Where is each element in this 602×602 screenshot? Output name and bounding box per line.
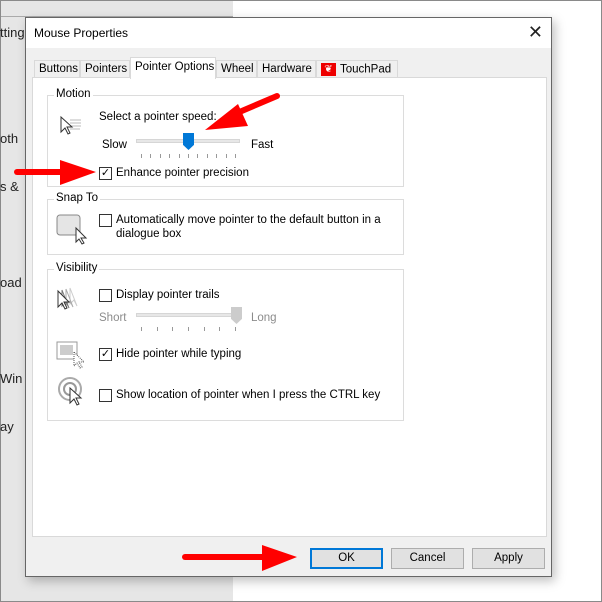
speed-label: Select a pointer speed: [99, 111, 217, 123]
title-bar: Mouse Properties ✕ [26, 18, 551, 48]
snap-to-label[interactable]: Automatically move pointer to the defaul… [116, 214, 381, 226]
tab-touchpad[interactable]: ❦ TouchPad [316, 60, 398, 78]
touchpad-logo-icon: ❦ [321, 63, 336, 76]
snap-to-group: Snap To Automatically move pointer to th… [47, 192, 404, 255]
motion-group: Motion Select a pointer speed: Slow Fast… [47, 88, 404, 187]
dialog-title: Mouse Properties [34, 26, 129, 40]
snap-to-checkbox[interactable] [99, 214, 112, 227]
slow-label: Slow [102, 139, 127, 151]
background-text: s & [0, 179, 19, 194]
cancel-button[interactable]: Cancel [391, 548, 464, 569]
show-location-checkbox[interactable] [99, 389, 112, 402]
group-label: Motion [54, 88, 93, 100]
hide-pointer-icon [56, 341, 86, 369]
pointer-trails-label[interactable]: Display pointer trails [116, 289, 220, 301]
trails-slider-track[interactable] [136, 313, 240, 317]
tab-label: Wheel [221, 63, 254, 75]
background-text: oth [0, 131, 19, 146]
snap-to-icon [56, 214, 88, 245]
tab-wheel[interactable]: Wheel [216, 60, 257, 78]
show-location-icon [58, 377, 83, 406]
group-label: Visibility [54, 262, 100, 274]
pointer-trails-icon [57, 287, 78, 310]
apply-button[interactable]: Apply [472, 548, 545, 569]
tab-buttons[interactable]: Buttons [34, 60, 80, 78]
hide-pointer-checkbox[interactable]: ✓ [99, 348, 112, 361]
pointer-trails-checkbox[interactable] [99, 289, 112, 302]
trails-slider-ticks [141, 327, 236, 332]
background-text: ay [0, 419, 14, 434]
tab-label: Pointers [85, 63, 128, 75]
pointer-speed-icon [60, 115, 81, 135]
tab-label: TouchPad [340, 63, 392, 76]
speed-slider-thumb[interactable] [183, 133, 194, 150]
close-icon[interactable]: ✕ [528, 22, 543, 43]
short-label: Short [99, 312, 127, 324]
tab-label: Pointer Options [135, 61, 215, 73]
visibility-group: Visibility Display pointer trails Short … [47, 262, 404, 421]
fast-label: Fast [251, 139, 274, 151]
tab-pointer-options[interactable]: Pointer Options [130, 57, 216, 79]
check-icon: ✓ [100, 348, 111, 360]
pointer-options-panel: Motion Select a pointer speed: Slow Fast… [32, 77, 547, 537]
snap-to-label-continued[interactable]: dialogue box [116, 228, 181, 240]
background-text: Win [0, 371, 23, 386]
check-icon: ✓ [100, 167, 111, 179]
show-location-label[interactable]: Show location of pointer when I press th… [116, 389, 380, 401]
long-label: Long [251, 312, 277, 324]
background-text: oad [0, 275, 22, 290]
speed-slider-ticks [141, 154, 236, 159]
tab-hardware[interactable]: Hardware [257, 60, 316, 78]
ok-button[interactable]: OK [310, 548, 383, 569]
hide-pointer-label[interactable]: Hide pointer while typing [116, 348, 241, 360]
mouse-properties-dialog: Mouse Properties ✕ Buttons Pointers Poin… [25, 17, 552, 577]
group-label: Snap To [54, 192, 100, 204]
enhance-precision-checkbox[interactable]: ✓ [99, 167, 112, 180]
tab-label: Hardware [262, 63, 312, 75]
tab-pointers[interactable]: Pointers [80, 60, 130, 78]
background-text: tting [0, 25, 25, 40]
enhance-precision-label[interactable]: Enhance pointer precision [116, 167, 249, 179]
trails-slider-thumb[interactable] [231, 307, 242, 324]
tab-label: Buttons [39, 63, 78, 75]
